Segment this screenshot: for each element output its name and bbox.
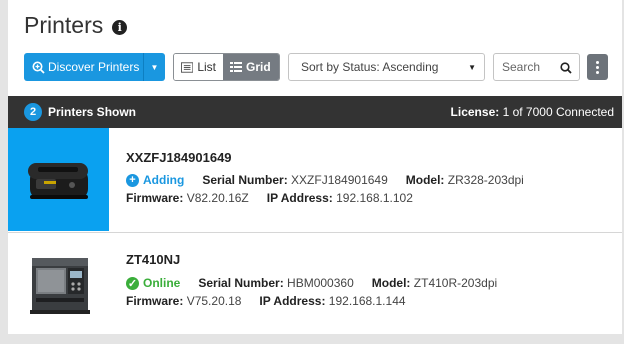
model-label: Model:: [405, 173, 445, 187]
list-view-label: List: [197, 60, 216, 74]
search-input[interactable]: Search: [493, 53, 580, 81]
discover-dropdown-toggle[interactable]: ▼: [144, 63, 165, 72]
printers-status-bar: 2 Printers Shown License: 1 of 7000 Conn…: [8, 96, 622, 128]
firmware-value: V82.20.16Z: [186, 191, 249, 205]
ip-label: IP Address:: [266, 191, 333, 205]
license-info: License: 1 of 7000 Connected: [451, 105, 614, 119]
chevron-down-icon: ▼: [468, 63, 476, 72]
status-badge: + Adding: [126, 173, 184, 187]
page-title: Printers: [24, 12, 104, 38]
status-badge: ✓ Online: [126, 276, 180, 290]
more-options-button[interactable]: [587, 54, 608, 80]
discover-printers-button[interactable]: Discover Printers ▼: [24, 53, 165, 81]
serial-value: HBM000360: [287, 276, 354, 290]
printers-shown-label: Printers Shown: [48, 105, 137, 119]
model-value: ZR328-203dpi: [447, 173, 524, 187]
grid-view-label: Grid: [246, 60, 271, 74]
grid-icon: [230, 62, 242, 72]
kebab-dot: [596, 60, 599, 64]
toolbar: Discover Printers ▼ List Grid Sort by St…: [24, 53, 614, 81]
license-value: 1 of 7000 Connected: [502, 105, 614, 119]
ip-label: IP Address:: [259, 294, 326, 308]
search-placeholder: Search: [502, 60, 541, 74]
model-value: ZT410R-203dpi: [413, 276, 498, 290]
serial-label: Serial Number:: [198, 276, 284, 290]
firmware-label: Firmware:: [126, 294, 184, 308]
printer-card[interactable]: ZT410NJ ✓ Online Serial Number: HBM00036…: [8, 232, 622, 335]
status-label: Adding: [143, 173, 185, 187]
printer-count-badge: 2: [24, 103, 42, 121]
printer-details-line-2: Firmware: V82.20.16Z IP Address: 192.168…: [126, 191, 413, 205]
firmware-value: V75.20.18: [186, 294, 242, 308]
list-view-button[interactable]: List: [174, 54, 223, 80]
sort-select[interactable]: Sort by Status: Ascending ▼: [288, 53, 485, 81]
search-icon[interactable]: [560, 62, 572, 74]
view-toggle: List Grid: [173, 53, 280, 81]
search-plus-icon: [32, 61, 45, 74]
status-label: Online: [143, 276, 181, 290]
printer-name: ZT410NJ: [126, 252, 181, 267]
list-icon: [181, 61, 194, 73]
license-label: License:: [450, 105, 500, 119]
printer-details-line-2: Firmware: V75.20.18 IP Address: 192.168.…: [126, 294, 406, 308]
printer-details-line-1: + Adding Serial Number: XXZFJ184901649 M…: [126, 173, 524, 187]
caret-down-icon: ▼: [150, 62, 159, 72]
serial-label: Serial Number:: [202, 173, 288, 187]
discover-printers-main[interactable]: Discover Printers: [24, 53, 144, 81]
industrial-printer-image: [29, 257, 90, 314]
kebab-dot: [596, 65, 599, 69]
ip-value: 192.168.1.102: [336, 191, 413, 205]
printer-card[interactable]: XXZFJ184901649 + Adding Serial Number: X…: [8, 128, 622, 231]
firmware-label: Firmware:: [126, 191, 184, 205]
page-header: Printers i: [24, 12, 128, 39]
serial-value: XXZFJ184901649: [291, 173, 388, 187]
model-label: Model:: [371, 276, 411, 290]
printers-panel: Printers i Discover Printers ▼ List Grid…: [8, 0, 622, 334]
kebab-dot: [596, 70, 599, 74]
ip-value: 192.168.1.144: [328, 294, 406, 308]
printer-thumbnail: [8, 128, 109, 231]
grid-view-button[interactable]: Grid: [223, 54, 279, 80]
printer-name: XXZFJ184901649: [126, 150, 232, 165]
check-circle-icon: ✓: [126, 276, 139, 290]
info-icon[interactable]: i: [112, 19, 128, 35]
printer-details-line-1: ✓ Online Serial Number: HBM000360 Model:…: [126, 276, 497, 290]
plus-circle-icon: +: [126, 173, 139, 187]
printer-thumbnail: [8, 233, 109, 336]
discover-printers-label: Discover Printers: [48, 60, 140, 74]
mobile-printer-image: [27, 162, 88, 199]
sort-select-value: Sort by Status: Ascending: [301, 60, 439, 74]
